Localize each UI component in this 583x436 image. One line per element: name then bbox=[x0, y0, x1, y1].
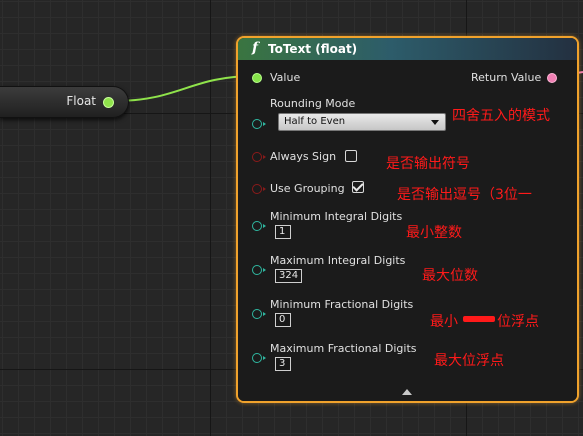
totext-float-node[interactable]: f ToText (float) Value Return Value Roun… bbox=[236, 36, 579, 403]
min-integral-digits-pin[interactable] bbox=[252, 221, 266, 231]
max-integral-digits-input[interactable]: 324 bbox=[275, 269, 303, 283]
annotation-min-fractional-end: 位浮点 bbox=[497, 314, 539, 330]
return-value-label: Return Value bbox=[471, 71, 542, 84]
annotation-always-sign: 是否输出符号 bbox=[386, 156, 470, 172]
max-integral-digits-label: Maximum Integral Digits bbox=[270, 254, 406, 267]
rounding-mode-pin[interactable] bbox=[252, 119, 266, 129]
rounding-mode-label: Rounding Mode bbox=[270, 97, 356, 110]
annotation-max-fractional: 最大位浮点 bbox=[434, 353, 504, 369]
rounding-mode-dropdown[interactable]: Half to Even bbox=[278, 113, 446, 131]
min-fractional-digits-pin[interactable] bbox=[252, 309, 266, 319]
max-integral-digits-pin[interactable] bbox=[252, 265, 266, 275]
annotation-min-fractional-start: 最小 bbox=[430, 314, 458, 330]
annotation-scribble-mark bbox=[463, 316, 495, 322]
annotation-rounding: 四舍五入的模式 bbox=[452, 108, 550, 124]
annotation-min-integral: 最小整数 bbox=[406, 225, 462, 241]
min-integral-digits-label: Minimum Integral Digits bbox=[270, 210, 403, 223]
dropdown-arrow-icon bbox=[431, 120, 439, 125]
value-input-pin[interactable] bbox=[252, 73, 262, 83]
min-fractional-digits-input[interactable]: 0 bbox=[275, 313, 291, 327]
use-grouping-checkbox[interactable] bbox=[352, 180, 364, 193]
use-grouping-label: Use Grouping bbox=[270, 182, 345, 195]
value-pin-label: Value bbox=[270, 71, 301, 84]
max-fractional-digits-pin[interactable] bbox=[252, 353, 266, 363]
float-output-pin[interactable] bbox=[103, 97, 114, 108]
return-value-pin[interactable] bbox=[547, 73, 557, 83]
node-title: ToText (float) bbox=[268, 42, 358, 56]
min-fractional-digits-label: Minimum Fractional Digits bbox=[270, 298, 414, 311]
annotation-max-integral: 最大位数 bbox=[422, 268, 478, 284]
float-variable-node[interactable]: Float bbox=[0, 86, 129, 118]
annotation-use-grouping: 是否输出逗号（3位一 bbox=[397, 187, 532, 203]
max-fractional-digits-input[interactable]: 3 bbox=[275, 357, 291, 371]
always-sign-label: Always Sign bbox=[270, 150, 337, 163]
checkmark-icon bbox=[352, 180, 364, 192]
float-to-value-wire bbox=[113, 75, 256, 102]
always-sign-pin[interactable] bbox=[252, 152, 266, 162]
float-node-label: Float bbox=[66, 94, 96, 108]
max-fractional-digits-label: Maximum Fractional Digits bbox=[270, 342, 417, 355]
expand-advanced-arrow-icon[interactable] bbox=[402, 389, 412, 395]
function-icon: f bbox=[252, 40, 259, 56]
use-grouping-pin[interactable] bbox=[252, 184, 266, 194]
node-header[interactable]: f ToText (float) bbox=[238, 38, 577, 60]
min-integral-digits-input[interactable]: 1 bbox=[275, 225, 291, 239]
rounding-mode-value: Half to Even bbox=[284, 116, 346, 127]
always-sign-checkbox[interactable] bbox=[345, 150, 357, 162]
